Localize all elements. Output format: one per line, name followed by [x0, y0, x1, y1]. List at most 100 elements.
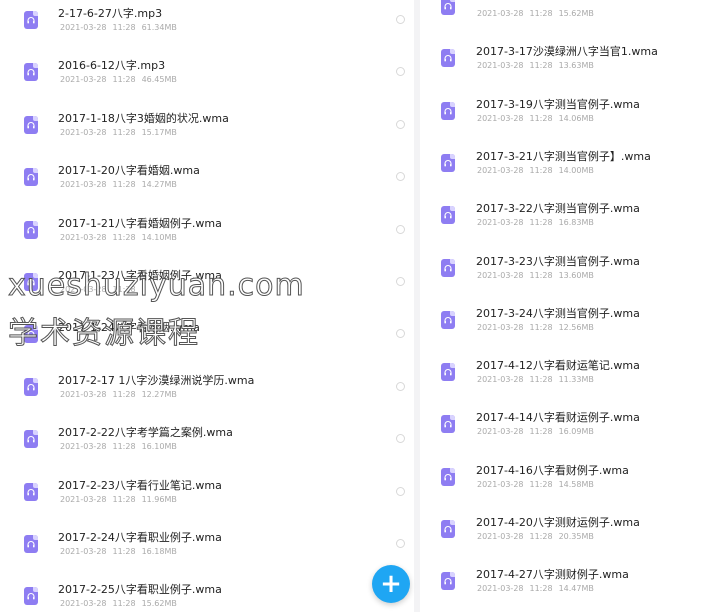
file-name: 2017-1-21八字看婚姻例子.wma [58, 216, 222, 230]
audio-file-icon [24, 430, 38, 449]
file-size: 14.06MB [558, 113, 594, 123]
file-time: 11:28 [112, 389, 136, 399]
add-button[interactable]: + [372, 565, 410, 603]
file-time: 11:28 [529, 270, 553, 280]
audio-file-icon [24, 273, 38, 291]
file-size: 14.10MB [141, 232, 177, 242]
file-meta: 2021-03-28 11:28 15.62MB [60, 599, 177, 608]
file-list-item[interactable]: 2017-1-20八字看婚姻.wma 2021-03-28 11:28 14.27MB [0, 159, 412, 211]
file-meta: 2021-03-28 11:28 14.58MB [477, 480, 594, 489]
file-list-item[interactable]: 2017-1-24八字看婚姻.wma [0, 316, 412, 368]
file-date: 2021-03-28 [477, 113, 524, 123]
file-meta: 2021-03-28 11:28 14.27MB [60, 180, 177, 189]
file-list-item[interactable]: 2017-3-17沙漠绿洲八字当官1.wma 2021-03-28 11:28 13.… [422, 40, 716, 92]
file-list-item[interactable]: 2017-3-22八字测当官例子.wma 2021-03-28 11:28 16.83… [422, 197, 716, 249]
file-list-item[interactable]: 2017-3-23八字测当官例子.wma 2021-03-28 11:28 13.60… [422, 250, 716, 302]
select-radio[interactable] [396, 434, 405, 444]
file-size: 12.56MB [558, 322, 594, 332]
file-meta: 2021-03-28 11:28 16.83MB [477, 218, 594, 227]
file-meta: 2021-03-28 11:28 13.60MB [477, 271, 594, 280]
audio-file-icon [441, 310, 455, 329]
select-radio[interactable] [396, 224, 405, 234]
panel-divider [414, 0, 420, 612]
file-size: 14.27MB [141, 180, 177, 190]
file-date: 2021-03-28 [60, 599, 107, 609]
file-name: 2016-6-12八字.mp3 [58, 59, 166, 73]
file-date: 2021-03-28 [60, 494, 107, 504]
file-list-item[interactable]: 2017-1-21八字看婚姻例子.wma 2021-03-28 11:28 14.10… [0, 212, 412, 264]
file-meta: 2021-03-28 11:28 61.34MB [60, 23, 177, 32]
file-size: 11.96MB [141, 494, 177, 504]
file-date: 2021-03-28 [477, 61, 524, 71]
file-list-item[interactable]: 2017-3-21八字测当官例子】.wma 2021-03-28 11:28 14.0… [422, 145, 716, 197]
select-radio[interactable] [396, 539, 405, 548]
file-meta: 2021-03-28 11:28 14.10MB [60, 233, 177, 242]
file-list-item[interactable]: 2017-2-22八字考学篇之案例.wma 2021-03-28 11:28 16.1… [0, 421, 412, 473]
file-time: 11:28 [112, 285, 136, 294]
file-date: 2021-03-28 [477, 322, 524, 332]
select-radio[interactable] [396, 277, 405, 286]
file-name: 2017-1-24八字看婚姻.wma [58, 321, 200, 335]
file-size: 20.35MB [558, 532, 594, 541]
file-time: 11:28 [112, 442, 136, 452]
file-name: 2017-2-24八字看职业例子.wma [58, 531, 222, 544]
select-radio[interactable] [396, 15, 405, 24]
audio-file-icon [24, 535, 38, 553]
file-size: 16.18MB [141, 547, 177, 556]
file-list-item[interactable]: 2021-03-28 11:28 15.62MB [422, 0, 716, 40]
file-list-item[interactable]: 2017-1-18八字3婚姻的状况.wma 2021-03-28 11:28 15.1… [0, 107, 412, 159]
file-time: 11:28 [529, 165, 553, 175]
file-list-item[interactable]: 2017-4-14八字看财运例子.wma 2021-03-28 11:28 16.09… [422, 406, 716, 458]
audio-file-icon [441, 206, 455, 225]
file-date: 2021-03-28 [60, 127, 107, 137]
file-date: 2021-03-28 [477, 532, 524, 541]
file-date: 2021-03-28 [477, 165, 524, 175]
file-list-item[interactable]: 2-17-6-27八字.mp3 2021-03-28 11:28 61.34MB [0, 2, 412, 54]
file-name: 2017-2-17 1八字沙漠绿洲说学历.wma [58, 373, 255, 387]
file-date: 2021-03-28 [477, 479, 524, 489]
file-name: 2017-3-19八字测当官例子.wma [476, 97, 640, 111]
file-list-item[interactable]: 2017-4-20八字测财运例子.wma 2021-03-28 11:28 20.35… [422, 511, 716, 563]
select-radio[interactable] [396, 329, 405, 339]
file-list-item[interactable]: 2017-2-17 1八字沙漠绿洲说学历.wma 2021-03-28 11:28 1… [0, 369, 412, 421]
file-list-item[interactable]: 2016-6-12八字.mp3 2021-03-28 11:28 46.45MB [0, 54, 412, 106]
select-radio[interactable] [396, 172, 405, 182]
file-meta: 2021-03-28 11:28 12.27MB [60, 390, 177, 399]
file-list-item[interactable]: 2017-2-23八字看行业笔记.wma 2021-03-28 11:28 11.96… [0, 474, 412, 526]
file-date: 2021-03-28 [477, 9, 524, 18]
file-meta: 2021-03-28 11:28 13.63MB [477, 61, 594, 70]
file-list-item[interactable]: 2017-2-25八字看职业例子.wma 2021-03-28 11:28 15.62… [0, 578, 412, 612]
select-radio[interactable] [396, 119, 405, 129]
file-list-item[interactable]: 2017-1-23八字看婚姻例子.wma 2021-03-28 11:28 [0, 264, 412, 316]
file-list-item[interactable]: 2017-4-27八字测财例子.wma 2021-03-28 11:28 14.47M… [422, 563, 716, 612]
audio-file-icon [24, 220, 38, 239]
audio-file-icon [441, 520, 455, 538]
file-time: 11:28 [529, 427, 553, 437]
file-list-item[interactable]: 2017-2-24八字看职业例子.wma 2021-03-28 11:28 16.18… [0, 526, 412, 578]
file-list-item[interactable]: 2017-4-16八字看财例子.wma 2021-03-28 11:28 14.58M… [422, 459, 716, 511]
select-radio[interactable] [396, 67, 405, 77]
file-name: 2017-3-17沙漠绿洲八字当官1.wma [476, 45, 658, 59]
file-time: 11:28 [112, 127, 136, 137]
file-name: 2017-3-21八字测当官例子】.wma [476, 149, 651, 163]
file-date: 2021-03-28 [60, 389, 107, 399]
select-radio[interactable] [396, 486, 405, 496]
file-date: 2021-03-28 [60, 75, 107, 85]
select-radio[interactable] [396, 381, 405, 391]
file-list-item[interactable]: 2017-4-12八字看财运笔记.wma 2021-03-28 11:28 11.33… [422, 354, 716, 406]
file-list-item[interactable]: 2017-3-19八字测当官例子.wma 2021-03-28 11:28 14.06… [422, 93, 716, 145]
file-time: 11:28 [529, 9, 553, 18]
audio-file-icon [441, 49, 455, 68]
file-name: 2017-2-22八字考学篇之案例.wma [58, 426, 233, 440]
file-size: 16.10MB [141, 442, 177, 452]
plus-icon: + [380, 569, 402, 599]
file-date: 2021-03-28 [60, 23, 107, 32]
file-list-item[interactable]: 2017-3-24八字测当官例子.wma 2021-03-28 11:28 12.56… [422, 302, 716, 354]
right-file-list: 2021-03-28 11:28 15.62MB 2017-3-17沙漠绿洲八字当官1… [422, 0, 716, 612]
file-size: 11.33MB [558, 375, 594, 385]
audio-file-icon [441, 101, 455, 120]
file-name: 2017-2-23八字看行业笔记.wma [58, 478, 222, 492]
file-name: 2017-3-24八字测当官例子.wma [476, 306, 640, 320]
file-time: 11:28 [112, 180, 136, 190]
file-time: 11:28 [112, 494, 136, 504]
